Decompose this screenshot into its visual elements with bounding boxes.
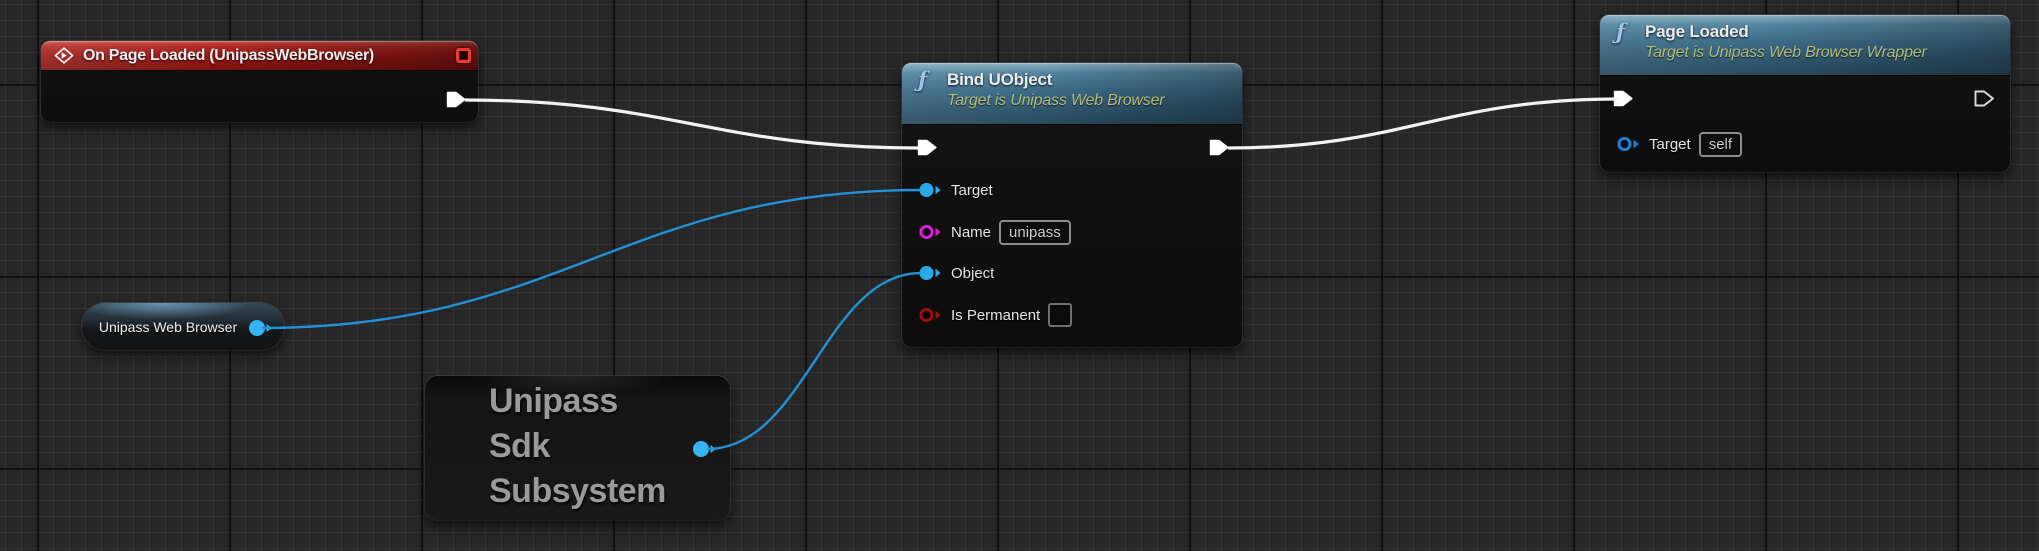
function-node-header[interactable]: ƒ Page Loaded Target is Unipass Web Brow… [1600, 15, 2010, 75]
function-icon: ƒ [918, 67, 928, 92]
subsystem-title-line: Unipass [489, 382, 618, 420]
data-wire-webbrowser-to-target[interactable] [261, 188, 922, 330]
subsystem-title: Unipass Sdk Subsystem [425, 376, 730, 514]
pin-label: Object [951, 264, 995, 282]
target-self-input[interactable]: self [1698, 131, 1743, 157]
object-pin-target[interactable] [918, 181, 943, 199]
pin-label: Name [951, 223, 992, 241]
exec-out-pin[interactable] [446, 91, 467, 108]
data-wire-sdk-to-object[interactable] [706, 271, 922, 451]
function-node-title: Page Loaded [1645, 22, 1749, 41]
exec-wire-bind-to-pageloaded[interactable] [1227, 97, 1620, 150]
node-get-unipass-sdk-subsystem[interactable]: Unipass Sdk Subsystem [425, 376, 730, 520]
object-pin-target[interactable] [1616, 135, 1641, 153]
node-bind-uobject[interactable]: ƒ Bind UObject Target is Unipass Web Bro… [902, 63, 1242, 347]
delegate-pin[interactable] [456, 48, 471, 63]
function-node-subtitle: Target is Unipass Web Browser Wrapper [1645, 44, 1927, 61]
pin-row-name: Name unipass [902, 216, 1071, 248]
pin-row-target: Target self [1600, 128, 1743, 160]
function-icon: ƒ [1616, 19, 1626, 44]
name-pin[interactable] [918, 223, 943, 241]
pin-label: Is Permanent [951, 306, 1041, 324]
exec-wire-event-to-bind[interactable] [464, 98, 921, 150]
event-node-title: On Page Loaded (UnipassWebBrowser) [83, 46, 374, 64]
event-node-header[interactable]: On Page Loaded (UnipassWebBrowser) [41, 41, 478, 70]
exec-out-pin[interactable] [1974, 90, 1995, 107]
object-pin-object[interactable] [918, 264, 943, 282]
node-get-unipass-web-browser[interactable]: Unipass Web Browser [82, 303, 284, 350]
event-icon [54, 47, 74, 64]
variable-name-label: Unipass Web Browser [98, 318, 238, 335]
pin-label: Target [1649, 135, 1691, 153]
exec-in-pin[interactable] [917, 139, 938, 156]
subsystem-title-line: Subsystem [489, 472, 666, 510]
node-page-loaded[interactable]: ƒ Page Loaded Target is Unipass Web Brow… [1600, 15, 2010, 172]
function-node-header[interactable]: ƒ Bind UObject Target is Unipass Web Bro… [902, 63, 1242, 124]
is-permanent-checkbox[interactable] [1048, 303, 1073, 327]
pin-label: Target [951, 181, 993, 199]
name-value-input[interactable]: unipass [999, 219, 1071, 245]
function-node-title: Bind UObject [947, 70, 1053, 89]
exec-out-pin[interactable] [1209, 139, 1230, 156]
node-on-page-loaded[interactable]: On Page Loaded (UnipassWebBrowser) [41, 41, 478, 122]
pin-row-is-permanent: Is Permanent [902, 299, 1073, 331]
blueprint-graph-canvas[interactable]: On Page Loaded (UnipassWebBrowser) ƒ Bin… [0, 0, 2039, 551]
function-node-subtitle: Target is Unipass Web Browser [947, 92, 1165, 109]
bool-pin-is-permanent[interactable] [918, 306, 943, 324]
